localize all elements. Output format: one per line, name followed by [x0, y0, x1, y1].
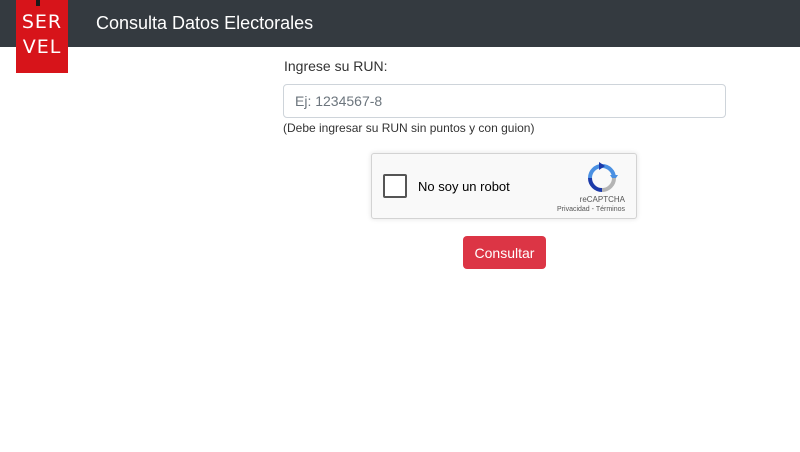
recaptcha-privacy-link[interactable]: Privacidad	[557, 206, 590, 213]
servel-logo[interactable]: SER VEL	[16, 0, 68, 73]
run-help-text: (Debe ingresar su RUN sin puntos y con g…	[283, 121, 535, 135]
consultar-button[interactable]: Consultar	[463, 236, 546, 269]
recaptcha-links: Privacidad - Términos	[557, 206, 625, 213]
logo-notch	[36, 0, 40, 6]
logo-text-bottom: VEL	[22, 36, 62, 58]
recaptcha-terms-link[interactable]: Términos	[596, 206, 625, 213]
run-input[interactable]	[283, 84, 726, 118]
page-title: Consulta Datos Electorales	[96, 13, 314, 33]
run-label: Ingrese su RUN:	[284, 58, 388, 74]
recaptcha-icon	[588, 162, 618, 192]
recaptcha-widget: No soy un robot reCAPTCHA Privacidad - T…	[371, 153, 637, 219]
navbar: Consulta Datos Electorales	[0, 0, 800, 47]
recaptcha-brand: reCAPTCHA	[579, 195, 625, 204]
logo-text-top: SER	[21, 11, 63, 33]
recaptcha-checkbox[interactable]	[383, 174, 407, 198]
recaptcha-label: No soy un robot	[418, 179, 510, 194]
